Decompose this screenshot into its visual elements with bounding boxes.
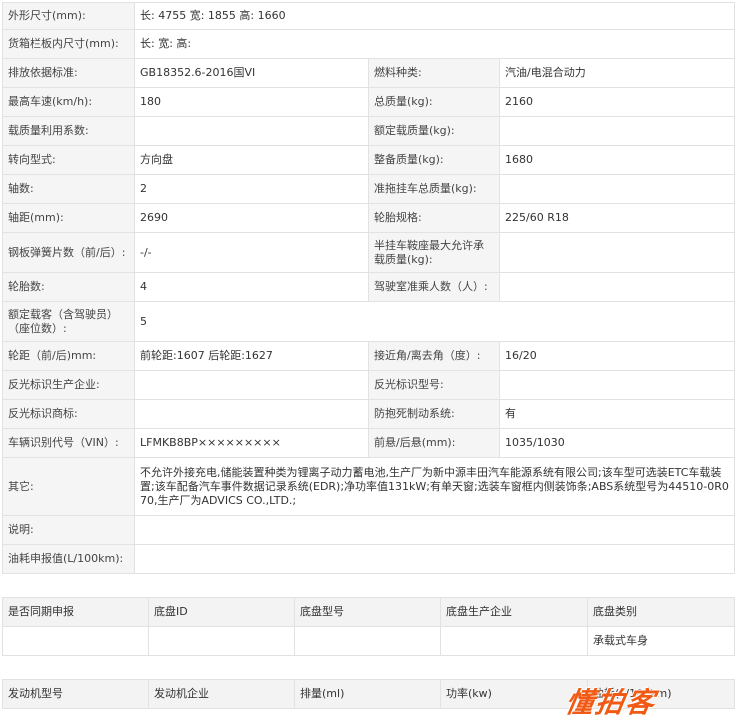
spec-label: 载质量利用系数: [2, 116, 135, 146]
spec-label: 整备质量(kg): [368, 145, 500, 175]
spec-table: 外形尺寸(mm): 长: 4755 宽: 1855 高: 1660 货箱栏板内尺寸(… [2, 2, 736, 574]
spec-label: 轮胎规格: [368, 203, 500, 233]
spec-row: 轴距(mm): 2690 轮胎规格: 225/60 R18 [2, 203, 736, 233]
engine-header-company: 发动机企业 [148, 679, 295, 709]
spec-row: 货箱栏板内尺寸(mm): 长: 宽: 高: [2, 29, 736, 59]
spec-label: 总质量(kg): [368, 87, 500, 117]
spec-value [498, 116, 736, 146]
spec-value: 2160 [498, 87, 736, 117]
spec-value: 方向盘 [134, 145, 369, 175]
spec-value: 前轮距:1607 后轮距:1627 [134, 341, 369, 371]
spec-value: 汽油/电混合动力 [498, 58, 736, 88]
spec-label: 反光标识型号: [368, 370, 500, 400]
chassis-cell-category: 承载式车身 [587, 626, 735, 656]
spec-label: 前悬/后悬(mm): [368, 428, 500, 458]
chassis-data-row: 承载式车身 [2, 626, 735, 656]
spec-value: 4 [134, 272, 369, 302]
chassis-cell-same-period [2, 626, 149, 656]
chassis-cell-manufacturer [440, 626, 588, 656]
chassis-cell-id [148, 626, 295, 656]
watermark-logo: 懂拍客 [562, 686, 659, 719]
spec-label: 反光标识生产企业: [2, 370, 135, 400]
spec-label: 最高车速(km/h): [2, 87, 135, 117]
spec-label: 排放依据标准: [2, 58, 135, 88]
spec-row: 额定载客（含驾驶员）（座位数）: 5 [2, 301, 736, 342]
spec-row: 钢板弹簧片数（前/后）: -/- 半挂车鞍座最大允许承载质量(kg): [2, 232, 736, 273]
spec-value: 180 [134, 87, 369, 117]
spec-row: 油耗申报值(L/100km): [2, 544, 736, 574]
spec-value: 225/60 R18 [498, 203, 736, 233]
spec-label: 轴数: [2, 174, 135, 204]
spec-value [133, 515, 736, 545]
spec-value: 2690 [134, 203, 369, 233]
spec-value: 16/20 [498, 341, 736, 371]
spec-value [134, 370, 369, 400]
spec-label: 说明: [2, 515, 135, 545]
spec-value: GB18352.6-2016国VI [134, 58, 369, 88]
chassis-header-category: 底盘类别 [587, 597, 735, 627]
spec-value: -/- [134, 232, 369, 273]
spec-label: 反光标识商标: [2, 399, 135, 429]
spec-row: 载质量利用系数: 额定载质量(kg): [2, 116, 736, 146]
spec-label: 货箱栏板内尺寸(mm): [2, 29, 135, 59]
spec-row: 转向型式: 方向盘 整备质量(kg): 1680 [2, 145, 736, 175]
spec-label: 驾驶室准乘人数（人）: [368, 272, 500, 302]
spec-value [498, 272, 736, 302]
chassis-header-manufacturer: 底盘生产企业 [440, 597, 588, 627]
spec-row: 外形尺寸(mm): 长: 4755 宽: 1855 高: 1660 [2, 2, 736, 30]
chassis-header-model: 底盘型号 [294, 597, 441, 627]
spec-value: LFMKB8BP××××××××× [134, 428, 369, 458]
spec-value: 1680 [498, 145, 736, 175]
chassis-header-row: 是否同期申报 底盘ID 底盘型号 底盘生产企业 底盘类别 [2, 597, 735, 627]
spec-label: 外形尺寸(mm): [2, 2, 135, 30]
spec-row: 说明: [2, 515, 736, 545]
spec-value [134, 116, 369, 146]
spec-label: 防抱死制动系统: [368, 399, 500, 429]
spec-row: 轮胎数: 4 驾驶室准乘人数（人）: [2, 272, 736, 302]
spec-label: 半挂车鞍座最大允许承载质量(kg): [368, 232, 500, 273]
spec-label: 转向型式: [2, 145, 135, 175]
spec-label: 接近角/离去角（度）: [368, 341, 500, 371]
spec-row: 车辆识别代号（VIN）: LFMKB8BP××××××××× 前悬/后悬(mm): 1… [2, 428, 736, 458]
chassis-table: 是否同期申报 底盘ID 底盘型号 底盘生产企业 底盘类别 承载式车身 [2, 597, 735, 656]
spec-value: 5 [133, 301, 736, 342]
spec-value: 2 [134, 174, 369, 204]
spec-label: 额定载质量(kg): [368, 116, 500, 146]
spec-row: 其它: 不允许外接充电,储能装置种类为锂离子动力蓄电池,生产厂为新中源丰田汽车能源… [2, 457, 736, 516]
spec-value [498, 232, 736, 273]
spec-row: 排放依据标准: GB18352.6-2016国VI 燃料种类: 汽油/电混合动力 [2, 58, 736, 88]
engine-header-displacement: 排量(ml) [294, 679, 441, 709]
spec-label: 轮胎数: [2, 272, 135, 302]
spec-row: 最高车速(km/h): 180 总质量(kg): 2160 [2, 87, 736, 117]
spec-label: 轴距(mm): [2, 203, 135, 233]
chassis-header-same-period: 是否同期申报 [2, 597, 149, 627]
chassis-header-id: 底盘ID [148, 597, 295, 627]
spec-label: 准拖挂车总质量(kg): [368, 174, 500, 204]
spec-label: 油耗申报值(L/100km): [2, 544, 135, 574]
spec-row: 反光标识商标: 防抱死制动系统: 有 [2, 399, 736, 429]
spec-value: 长: 宽: 高: [133, 29, 736, 59]
spec-row: 轮距（前/后)mm: 前轮距:1607 后轮距:1627 接近角/离去角（度）: 16… [2, 341, 736, 371]
spec-value: 长: 4755 宽: 1855 高: 1660 [133, 2, 736, 30]
chassis-cell-model [294, 626, 441, 656]
spec-label: 轮距（前/后)mm: [2, 341, 135, 371]
spec-label: 额定载客（含驾驶员）（座位数）: [2, 301, 135, 342]
spec-value: 不允许外接充电,储能装置种类为锂离子动力蓄电池,生产厂为新中源丰田汽车能源系统有… [133, 457, 736, 516]
spec-label: 车辆识别代号（VIN）: [2, 428, 135, 458]
spec-row: 反光标识生产企业: 反光标识型号: [2, 370, 736, 400]
spec-value [134, 399, 369, 429]
spec-label: 燃料种类: [368, 58, 500, 88]
spec-value [133, 544, 736, 574]
spec-value: 有 [498, 399, 736, 429]
spec-row: 轴数: 2 准拖挂车总质量(kg): [2, 174, 736, 204]
engine-header-model: 发动机型号 [2, 679, 149, 709]
spec-label: 钢板弹簧片数（前/后）: [2, 232, 135, 273]
spec-value [498, 174, 736, 204]
spec-label: 其它: [2, 457, 135, 516]
spec-value: 1035/1030 [498, 428, 736, 458]
spec-value [498, 370, 736, 400]
